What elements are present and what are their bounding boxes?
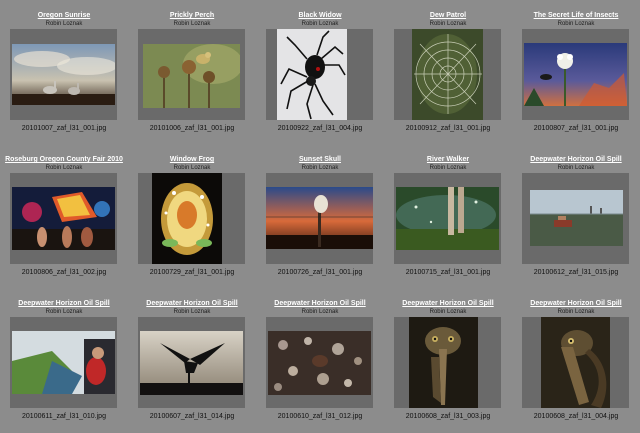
item-credit: Robin Loznak xyxy=(173,309,211,315)
thumbnail-frame[interactable] xyxy=(266,29,373,120)
gallery-item: Deepwater Horizon Oil Spill Robin Loznak… xyxy=(256,288,384,432)
item-title-link[interactable]: Deepwater Horizon Oil Spill xyxy=(0,300,128,307)
skull-sunset-photo[interactable] xyxy=(266,187,373,249)
thumbnail-frame[interactable] xyxy=(394,29,501,120)
item-credit: Robin Loznak xyxy=(557,309,595,315)
geese-sunrise-photo[interactable] xyxy=(12,44,115,105)
item-filename: 20100729_zaf_l31_001.jpg xyxy=(149,269,235,276)
oil-boat-photo[interactable] xyxy=(530,190,623,246)
thumbnail-frame[interactable] xyxy=(522,29,629,120)
gallery-item: River Walker Robin Loznak 20100715_zaf_l… xyxy=(384,144,512,288)
gallery-item: Deepwater Horizon Oil Spill Robin Loznak… xyxy=(0,288,128,432)
thumbnail-frame[interactable] xyxy=(394,317,501,408)
river-legs-photo[interactable] xyxy=(396,187,499,250)
thumbnail-frame[interactable] xyxy=(266,317,373,408)
marsh-worker-photo[interactable] xyxy=(12,331,115,394)
bird-silhouette-photo[interactable] xyxy=(140,331,243,395)
thumbnail-frame[interactable] xyxy=(138,29,245,120)
gallery-item: The Secret Life of Insects Robin Loznak … xyxy=(512,0,640,144)
item-credit: Robin Loznak xyxy=(173,21,211,27)
item-title-link[interactable]: Black Widow xyxy=(256,12,384,19)
item-title-link[interactable]: Deepwater Horizon Oil Spill xyxy=(128,300,256,307)
gallery-item: Roseburg Oregon County Fair 2010 Robin L… xyxy=(0,144,128,288)
item-credit: Robin Loznak xyxy=(557,165,595,171)
item-title-link[interactable]: Roseburg Oregon County Fair 2010 xyxy=(0,156,128,163)
item-credit: Robin Loznak xyxy=(173,165,211,171)
gallery-item: Black Widow Robin Loznak 20100922_zaf_l3… xyxy=(256,0,384,144)
gallery-item: Prickly Perch Robin Loznak 20101006_zaf_ xyxy=(128,0,256,144)
item-filename: 20100806_zaf_l31_002.jpg xyxy=(21,269,107,276)
oily-debris-photo[interactable] xyxy=(268,331,371,395)
item-filename: 20100612_zaf_l31_015.jpg xyxy=(533,269,619,276)
item-credit: Robin Loznak xyxy=(45,309,83,315)
gallery-item: Sunset Skull Robin Loznak 20100726_zaf_l… xyxy=(256,144,384,288)
item-title-link[interactable]: Deepwater Horizon Oil Spill xyxy=(384,300,512,307)
item-title-link[interactable]: Deepwater Horizon Oil Spill xyxy=(256,300,384,307)
item-credit: Robin Loznak xyxy=(45,21,83,27)
thumbnail-frame[interactable] xyxy=(138,317,245,408)
gallery-item: Deepwater Horizon Oil Spill Robin Loznak… xyxy=(512,288,640,432)
item-title-link[interactable]: Dew Patrol xyxy=(384,12,512,19)
thumbnail-frame[interactable] xyxy=(522,317,629,408)
thumbnail-frame[interactable] xyxy=(394,173,501,264)
item-filename: 20100715_zaf_l31_001.jpg xyxy=(405,269,491,276)
item-credit: Robin Loznak xyxy=(429,309,467,315)
gallery-item: Deepwater Horizon Oil Spill Robin Loznak… xyxy=(512,144,640,288)
spider-photo[interactable] xyxy=(277,29,347,120)
item-title-link[interactable]: Deepwater Horizon Oil Spill xyxy=(512,300,640,307)
item-filename: 20101007_zaf_l31_001.jpg xyxy=(21,125,107,132)
item-credit: Robin Loznak xyxy=(429,21,467,27)
item-filename: 20101006_zaf_l31_001.jpg xyxy=(149,125,235,132)
thumbnail-frame[interactable] xyxy=(10,317,117,408)
thumbnail-frame[interactable] xyxy=(138,173,245,264)
insect-flower-photo[interactable] xyxy=(524,43,627,106)
gallery-item: Oregon Sunrise Robin Loznak 20101007_zaf… xyxy=(0,0,128,144)
gallery-item: Deepwater Horizon Oil Spill Robin Loznak… xyxy=(128,288,256,432)
item-title-link[interactable]: The Secret Life of Insects xyxy=(512,12,640,19)
item-credit: Robin Loznak xyxy=(557,21,595,27)
bird-on-thistle-photo[interactable] xyxy=(143,44,240,108)
item-filename: 20100922_zaf_l31_004.jpg xyxy=(277,125,363,132)
thumbnail-frame[interactable] xyxy=(10,29,117,120)
item-filename: 20100611_zaf_l31_010.jpg xyxy=(22,413,106,420)
dewy-web-photo[interactable] xyxy=(412,29,483,120)
item-credit: Robin Loznak xyxy=(301,309,339,315)
item-credit: Robin Loznak xyxy=(429,165,467,171)
item-title-link[interactable]: Sunset Skull xyxy=(256,156,384,163)
item-filename: 20100726_zaf_l31_001.jpg xyxy=(277,269,363,276)
gallery-item: Deepwater Horizon Oil Spill Robin Loznak… xyxy=(384,288,512,432)
oiled-pelican-photo[interactable] xyxy=(541,317,610,408)
gallery-item: Dew Patrol Robin Loznak 20100912_zaf_l31… xyxy=(384,0,512,144)
item-credit: Robin Loznak xyxy=(45,165,83,171)
item-filename: 20100610_zaf_l31_012.jpg xyxy=(277,413,363,420)
item-title-link[interactable]: Oregon Sunrise xyxy=(0,12,128,19)
item-title-link[interactable]: Window Frog xyxy=(128,156,256,163)
thumbnail-frame[interactable] xyxy=(266,173,373,264)
thumbnail-frame[interactable] xyxy=(522,173,629,264)
item-filename: 20100608_zaf_l31_003.jpg xyxy=(405,413,491,420)
item-title-link[interactable]: Deepwater Horizon Oil Spill xyxy=(512,156,640,163)
item-filename: 20100807_zaf_l31_001.jpg xyxy=(533,125,619,132)
frog-photo[interactable] xyxy=(152,173,222,264)
thumbnail-gallery: Oregon Sunrise Robin Loznak 20101007_zaf… xyxy=(0,0,640,433)
item-title-link[interactable]: River Walker xyxy=(384,156,512,163)
item-credit: Robin Loznak xyxy=(301,21,339,27)
item-filename: 20100912_zaf_l31_001.jpg xyxy=(405,125,491,132)
item-filename: 20100608_zaf_l31_004.jpg xyxy=(533,413,619,420)
gallery-item: Window Frog Robin Loznak 20100729_zaf_l3… xyxy=(128,144,256,288)
item-title-link[interactable]: Prickly Perch xyxy=(128,12,256,19)
item-credit: Robin Loznak xyxy=(301,165,339,171)
thumbnail-frame[interactable] xyxy=(10,173,117,264)
item-filename: 20100607_zaf_l31_014.jpg xyxy=(149,413,235,420)
fair-rides-photo[interactable] xyxy=(12,187,115,250)
pelican-photo[interactable] xyxy=(409,317,478,408)
